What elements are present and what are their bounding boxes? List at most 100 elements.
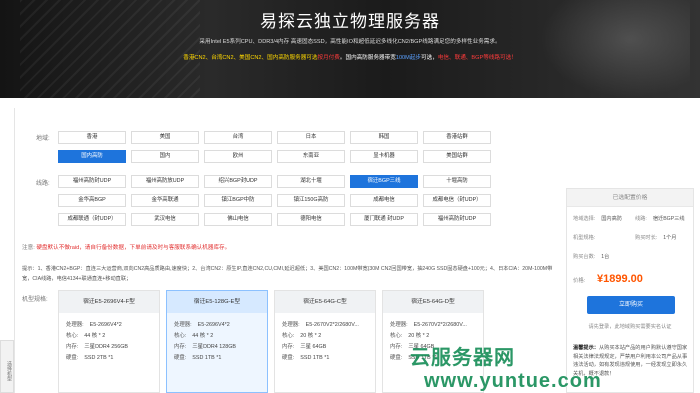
line-option[interactable]: 镇江BGP中防 [204,194,272,207]
price-value: ¥1899.00 [597,273,643,285]
buy-now-button[interactable]: 立即购买 [587,296,675,314]
line-option[interactable]: 福州高防封UDP [423,213,491,226]
line-option[interactable]: 金华高BGP [58,194,126,207]
spec-label: 核心: [66,333,79,339]
summary-qty: 购买台数: 1台 [573,254,610,260]
region-option[interactable]: 台湾 [204,131,272,144]
notice: 注意: 硬盘默认不做raid，请自行备份数据，下单前请及时与客服联系确认机器库存… [22,245,231,251]
spec-value: 三星 64GB [300,344,327,350]
model-spec-mem: 内存: 三星 64GB [282,342,326,350]
select-model-tab[interactable]: 选择机型 [0,340,14,393]
spec-label: 硬盘: [66,355,79,361]
spec-label: 处理器: [66,322,84,328]
region-option[interactable]: 日本 [277,131,345,144]
summary-line: 线路: 宿迁BGP三线 [635,216,685,222]
price-label: 价格: [573,278,586,284]
model-card-title: 宿迁E5-64G-C型 [275,291,375,313]
hero-subtitle: 采用Intel E5系列CPU、DDR3/4内存 高速固态SSD，高性能IO和超… [199,39,501,45]
line-option[interactable]: 成都电信 [350,194,418,207]
line-option[interactable]: 成都电信（封UDP） [423,194,491,207]
page-title: 易探云独立物理服务器 [260,12,440,31]
spec-label: 内存: [174,344,187,350]
spec-value: E5-2670V2*2/2680V... [413,322,467,328]
login-tip: 请先登录，此地域购买需要实名认证 [588,324,672,330]
summary-title: 已选配置价格 [567,189,693,207]
summary-cycle: 购买时长: 1个月 [635,235,677,241]
model-spec-mem: 内存: 三星DDR4 256GB [66,342,128,350]
line-option[interactable]: 成都联通（封UDP） [58,213,126,226]
spec-value: 20 核 * 2 [408,333,430,339]
line-option[interactable]: 十堰高防 [423,175,491,188]
hero-highlight: 香港CN2、台湾CN2、美国CN2、国内高防服务器可选按月付费。国内高防服务器带… [183,55,517,61]
spec-value: SSD 1TB *1 [300,355,330,361]
spec-label: 内存: [282,344,295,350]
summary-model: 机型规格: [573,235,596,241]
model-spec-cpu: 处理器: E5-2670V2*2/2680V... [390,320,467,328]
region-option[interactable]: 东南亚 [277,150,345,163]
model-spec-core: 核心: 44 核 * 2 [174,331,213,339]
line-option[interactable]: 湖北十堰 [277,175,345,188]
line-option[interactable]: 福州高防封UDP [58,175,126,188]
spec-label: 核心: [174,333,187,339]
model-card-title: 宿迁E5-128G-E型 [167,291,267,313]
spec-value: 20 核 * 2 [300,333,322,339]
spec-label: 核心: [390,333,403,339]
spec-label: 内存: [66,344,79,350]
model-label: 机型规格: [22,297,48,303]
watermark: 云服务器网www.yuntue.com [410,347,602,392]
model-spec-core: 核心: 44 核 * 2 [66,331,105,339]
region-option[interactable]: 显卡机器 [350,150,418,163]
spec-label: 处理器: [174,322,192,328]
line-option[interactable]: 宿迁BGP三线 [350,175,418,188]
spec-value: SSD 1TB *1 [192,355,222,361]
spec-value: SSD 2TB *1 [84,355,114,361]
model-spec-cpu: 处理器: E5-2696V4*2 [66,320,122,328]
spec-label: 处理器: [390,322,408,328]
model-spec-core: 核心: 20 核 * 2 [390,331,429,339]
model-card[interactable]: 宿迁E5-64G-C型处理器: E5-2670V2*2/2680V... 核心: 20… [274,290,376,393]
spec-value: 44 核 * 2 [84,333,106,339]
spec-label: 核心: [282,333,295,339]
spec-label: 硬盘: [282,355,295,361]
model-card[interactable]: 宿迁E5-2696V4-F型处理器: E5-2696V4*2 核心: 44 核 * 2… [58,290,160,393]
spec-label: 硬盘: [390,355,403,361]
spec-value: E5-2696V4*2 [89,322,122,328]
model-spec-mem: 内存: 三星DDR4 128GB [174,342,236,350]
line-option[interactable]: 镇江150G高防 [277,194,345,207]
model-spec-core: 核心: 20 核 * 2 [282,331,321,339]
model-spec-cpu: 处理器: E5-2670V2*2/2680V... [282,320,359,328]
region-option[interactable]: 香港站群 [423,131,491,144]
model-card[interactable]: 宿迁E5-128G-E型处理器: E5-2696V4*2 核心: 44 核 * 2 内存… [166,290,268,393]
summary-region: 地域选择: 国内高防 [573,216,622,222]
model-spec-disk: 硬盘: SSD 2TB *1 [66,353,113,361]
region-option[interactable]: 国内 [131,150,199,163]
region-option[interactable]: 美国站群 [423,150,491,163]
spec-value: 三星DDR4 256GB [84,344,129,350]
model-spec-cpu: 处理器: E5-2696V4*2 [174,320,230,328]
line-option[interactable]: 厦门联通 封UDP [350,213,418,226]
spec-value: 44 核 * 2 [192,333,214,339]
model-spec-disk: 硬盘: SSD 1TB *1 [174,353,221,361]
spec-value: E5-2670V2*2/2680V... [305,322,359,328]
region-option[interactable]: 国内高防 [58,150,126,163]
line-option[interactable]: 绍兴BGP封UDP [204,175,272,188]
region-option[interactable]: 香港 [58,131,126,144]
hero-banner: 易探云独立物理服务器 采用Intel E5系列CPU、DDR3/4内存 高速固态… [0,0,700,98]
model-spec-disk: 硬盘: SSD 1TB *1 [282,353,329,361]
spec-label: 处理器: [282,322,300,328]
region-option[interactable]: 美国 [131,131,199,144]
spec-value: 三星DDR4 128GB [192,344,237,350]
model-card-title: 宿迁E5-64G-D型 [383,291,483,313]
region-option[interactable]: 韩国 [350,131,418,144]
region-option[interactable]: 欧州 [204,150,272,163]
model-card-title: 宿迁E5-2696V4-F型 [59,291,159,313]
line-option[interactable]: 德阳电信 [277,213,345,226]
line-option[interactable]: 金华高联通 [131,194,199,207]
spec-value: E5-2696V4*2 [197,322,230,328]
line-option[interactable]: 福州高防放UDP [131,175,199,188]
tips: 提示：1、香港CN2+BGP：直连三大运营商,双向CN2高品质路由,速度快；2、… [22,266,553,282]
region-label: 地域: [36,136,50,142]
line-option[interactable]: 佛山电信 [204,213,272,226]
spec-label: 内存: [390,344,403,350]
line-option[interactable]: 武汉电信 [131,213,199,226]
